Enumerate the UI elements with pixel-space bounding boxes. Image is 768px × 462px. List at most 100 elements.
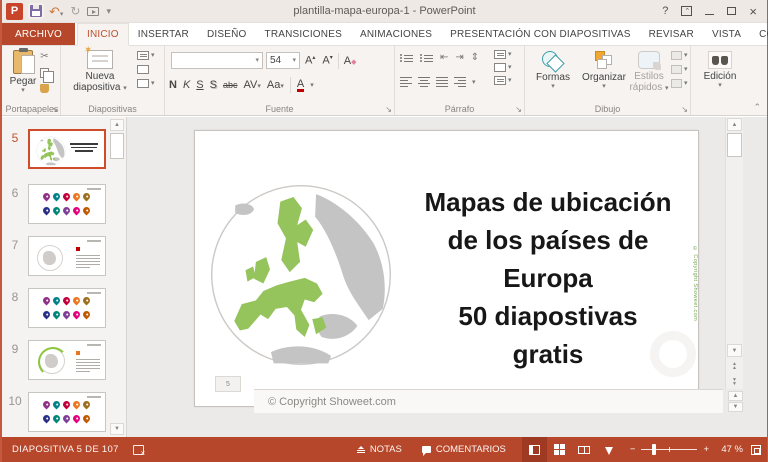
previous-slide-icon[interactable]: ▲ ▲ xyxy=(727,359,742,372)
tab-animaciones[interactable]: ANIMACIONES xyxy=(351,23,441,45)
notes-scroll-up-icon[interactable]: ▲ xyxy=(728,391,743,401)
dibujo-dialog-launcher-icon[interactable]: ↘ xyxy=(681,105,688,114)
zoom-in-button[interactable]: + xyxy=(703,444,709,455)
tab-presentacion[interactable]: PRESENTACIÓN CON DIAPOSITIVAS xyxy=(441,23,639,45)
tab-vista[interactable]: VISTA xyxy=(703,23,750,45)
notes-toggle[interactable]: NOTAS xyxy=(347,437,412,462)
text-direction-button[interactable]: ▾ xyxy=(494,50,512,59)
help-icon[interactable]: ? xyxy=(662,5,668,17)
notes-text[interactable]: © Copyright Showeet.com xyxy=(254,396,396,408)
ribbon-display-options-icon[interactable] xyxy=(681,6,693,16)
tab-revisar[interactable]: REVISAR xyxy=(640,23,703,45)
notes-pane[interactable]: © Copyright Showeet.com ▲ ▼ xyxy=(254,389,743,413)
fit-slide-to-window-icon[interactable] xyxy=(751,444,761,455)
new-slide-button[interactable]: Nueva diapositiva ▾ xyxy=(69,45,131,93)
align-center-icon[interactable] xyxy=(418,77,430,87)
decrease-indent-icon[interactable]: ⇤ xyxy=(440,53,448,63)
thumbnails-scroll-down-icon[interactable]: ▼ xyxy=(110,423,124,435)
tab-insertar[interactable]: INSERTAR xyxy=(129,23,198,45)
thumbnail-slide-8[interactable] xyxy=(28,288,106,328)
section-button[interactable]: ▾ xyxy=(137,79,155,88)
spell-check-icon[interactable] xyxy=(132,444,146,457)
notes-scroll-down-icon[interactable]: ▼ xyxy=(728,402,743,412)
justify-icon[interactable] xyxy=(436,77,448,87)
font-size-combobox[interactable]: 54 ▾ xyxy=(266,52,300,69)
normal-view-button[interactable] xyxy=(521,437,547,462)
fuente-dialog-launcher-icon[interactable]: ↘ xyxy=(385,105,392,114)
cut-icon[interactable]: ✂ xyxy=(40,52,48,62)
shape-effects-button[interactable]: ▾ xyxy=(671,79,688,88)
tab-archivo[interactable]: ARCHIVO xyxy=(2,23,75,45)
customize-qat-icon[interactable]: ▾ xyxy=(106,6,111,16)
reading-view-button[interactable] xyxy=(572,437,597,462)
maximize-icon[interactable] xyxy=(727,7,737,15)
zoom-out-button[interactable]: − xyxy=(630,444,636,455)
font-name-combobox[interactable]: ▾ xyxy=(171,52,263,69)
format-painter-icon[interactable] xyxy=(40,84,49,93)
italic-button[interactable]: K xyxy=(183,79,190,91)
editing-button[interactable]: Edición ▾ xyxy=(701,51,739,89)
shape-fill-button[interactable]: ▾ xyxy=(671,51,688,60)
clear-formatting-icon[interactable]: A◆ xyxy=(342,55,359,67)
portapapeles-dialog-launcher-icon[interactable]: ↘ xyxy=(51,105,58,114)
thumbnail-slide-5[interactable] xyxy=(28,129,106,169)
slide-editing-area[interactable]: Mapas de ubicación de los países de Euro… xyxy=(194,130,699,407)
line-spacing-icon[interactable]: ⇕ xyxy=(471,53,479,63)
convert-smartart-button[interactable]: ▾ xyxy=(494,76,512,85)
tab-transiciones[interactable]: TRANSICIONES xyxy=(256,23,351,45)
underline-button[interactable]: S xyxy=(196,79,203,91)
numbering-icon[interactable] xyxy=(420,53,433,62)
scroll-thumb[interactable] xyxy=(727,133,742,157)
grow-font-icon[interactable]: A▴ xyxy=(303,54,317,67)
change-case-button[interactable]: Aa▾ xyxy=(267,79,284,91)
text-shadow-button[interactable]: S xyxy=(210,79,217,91)
slide-title-text[interactable]: Mapas de ubicación de los países de Euro… xyxy=(403,183,693,373)
comments-toggle[interactable]: COMENTARIOS xyxy=(412,437,516,462)
increase-indent-icon[interactable]: ⇥ xyxy=(455,53,463,63)
copy-icon[interactable] xyxy=(40,68,54,83)
align-text-button[interactable]: ▾ xyxy=(494,63,512,72)
canvas-vertical-scrollbar[interactable]: ▲ ▼ ▲ ▲ ▼ ▼ xyxy=(725,117,743,389)
thumbnail-slide-10[interactable] xyxy=(28,392,106,432)
start-presentation-icon[interactable] xyxy=(87,6,100,16)
close-icon[interactable]: × xyxy=(749,5,757,18)
slide-sorter-button[interactable] xyxy=(547,437,572,462)
zoom-slider[interactable] xyxy=(641,444,698,455)
redo-icon[interactable]: ↻ xyxy=(70,5,80,17)
zoom-slider-thumb[interactable] xyxy=(651,444,656,455)
scroll-up-icon[interactable]: ▲ xyxy=(727,118,742,131)
bold-button[interactable]: N xyxy=(169,79,177,91)
slideshow-button[interactable] xyxy=(597,437,622,462)
quick-styles-button[interactable]: Estilos rápidos ▾ xyxy=(629,51,669,93)
thumbnail-slide-9[interactable] xyxy=(28,340,106,380)
character-spacing-button[interactable]: AV▾ xyxy=(244,79,261,91)
shrink-font-icon[interactable]: A▾ xyxy=(320,54,334,67)
layout-button[interactable]: ▾ xyxy=(137,51,155,60)
europe-globe-image[interactable] xyxy=(207,181,395,369)
thumbnail-slide-7[interactable] xyxy=(28,236,106,276)
tab-complementos[interactable]: COMPLE xyxy=(750,23,768,45)
thumbnail-slide-6[interactable] xyxy=(28,184,106,224)
align-left-icon[interactable] xyxy=(400,77,412,87)
zoom-level[interactable]: 47 % xyxy=(717,444,743,455)
powerpoint-logo-icon[interactable]: P xyxy=(6,2,23,20)
paste-button[interactable]: Pegar ▾ xyxy=(8,48,38,94)
thumbnails-scroll-up-icon[interactable]: ▲ xyxy=(110,119,124,131)
reset-button[interactable] xyxy=(137,65,155,74)
shape-outline-button[interactable]: ▾ xyxy=(671,65,688,74)
scroll-down-icon[interactable]: ▼ xyxy=(727,344,742,357)
arrange-button[interactable]: Organizar ▾ xyxy=(577,51,631,90)
bullets-icon[interactable] xyxy=(400,53,413,62)
collapse-ribbon-icon[interactable]: ⌃ xyxy=(753,102,761,113)
next-slide-icon[interactable]: ▼ ▼ xyxy=(727,375,742,388)
thumbnails-scrollbar[interactable]: ▲ ▼ xyxy=(110,119,124,435)
minimize-icon[interactable] xyxy=(705,14,715,15)
tab-inicio[interactable]: INICIO xyxy=(76,23,129,46)
undo-icon[interactable]: ↶▾ xyxy=(49,5,63,18)
strikethrough-button[interactable]: abc xyxy=(223,80,238,90)
shapes-button[interactable]: Formas ▾ xyxy=(531,51,575,90)
columns-icon[interactable] xyxy=(454,77,466,87)
parrafo-dialog-launcher-icon[interactable]: ↘ xyxy=(515,105,522,114)
tab-diseno[interactable]: DISEÑO xyxy=(198,23,256,45)
save-icon[interactable] xyxy=(30,5,42,17)
